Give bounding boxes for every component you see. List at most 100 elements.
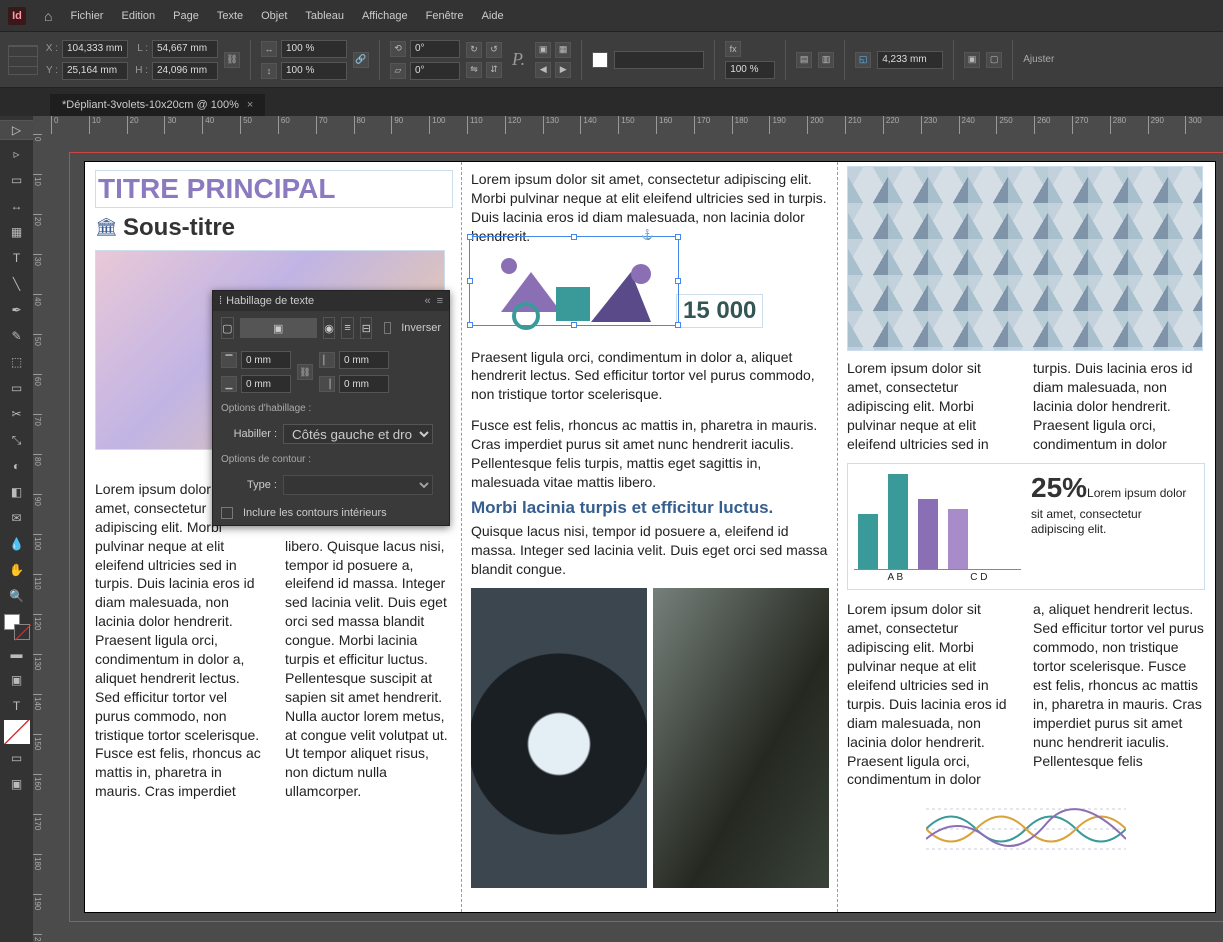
shear-field[interactable] (410, 62, 460, 80)
page-tool[interactable]: ▭ (4, 168, 30, 192)
canvas[interactable]: 0102030405060708090100110120130140150160… (33, 116, 1223, 942)
menu-edition[interactable]: Edition (121, 10, 155, 22)
rotate-icon: ⟲ (390, 41, 406, 57)
ruler-horizontal[interactable]: 0102030405060708090100110120130140150160… (51, 116, 1223, 134)
zoom-tool[interactable]: 🔍 (4, 584, 30, 608)
menu-affichage[interactable]: Affichage (362, 10, 408, 22)
y-field[interactable] (62, 62, 128, 80)
selection-box[interactable] (469, 236, 679, 326)
document-tab[interactable]: *Dépliant-3volets-10x20cm @ 100% × (50, 94, 265, 116)
close-tab-icon[interactable]: × (247, 99, 253, 111)
photo-frame-2[interactable] (653, 588, 829, 888)
include-inside-checkbox[interactable] (221, 507, 233, 519)
fx-icon[interactable]: fx (725, 41, 741, 57)
home-icon[interactable]: ⌂ (44, 8, 52, 24)
wrap-shape-button[interactable]: ◉ (323, 317, 336, 339)
offset-top-field[interactable] (241, 351, 291, 369)
contour-type-select[interactable] (283, 475, 433, 495)
panel-collapse-icon[interactable]: « (424, 295, 430, 307)
menu-tableau[interactable]: Tableau (305, 10, 344, 22)
width-field[interactable] (152, 40, 218, 58)
type-tool[interactable]: T (4, 246, 30, 270)
gradient-feather-tool[interactable]: ◧ (4, 480, 30, 504)
rotate-field[interactable] (410, 40, 460, 58)
fill-swatch[interactable] (592, 52, 608, 68)
select-content-icon[interactable]: ▦ (555, 42, 571, 58)
frame-fit2-icon[interactable]: ▢ (986, 52, 1002, 68)
apply-color-icon[interactable]: ▬ (4, 642, 30, 666)
select-prev-icon[interactable]: ◀ (535, 62, 551, 78)
wrap-bounding-button[interactable]: ▣ (240, 318, 317, 338)
constrain-icon[interactable]: ⛓ (224, 52, 240, 68)
offset-right-field[interactable] (339, 375, 389, 393)
opacity-field[interactable] (725, 61, 775, 79)
pencil-tool[interactable]: ✎ (4, 324, 30, 348)
ruler-vertical[interactable]: 0102030405060708090100110120130140150160… (33, 134, 51, 942)
anchor-icon[interactable]: ⚓ (641, 230, 653, 242)
invert-checkbox[interactable] (384, 322, 391, 334)
frame-fit1-icon[interactable]: ▣ (964, 52, 980, 68)
scale-w-field[interactable] (281, 40, 347, 58)
ruler-origin[interactable] (33, 116, 51, 134)
offset-left-icon: ▏ (319, 352, 335, 368)
apply-none-icon[interactable] (4, 720, 30, 744)
line-tool[interactable]: ╲ (4, 272, 30, 296)
hand-tool[interactable]: ✋ (4, 558, 30, 582)
link-icon[interactable]: 🔗 (353, 52, 369, 68)
link-offsets-icon[interactable]: ⛓ (297, 364, 313, 380)
gradient-swatch-tool[interactable]: ◐ (4, 454, 30, 478)
text-wrap-icon[interactable]: ▤ (796, 52, 812, 68)
color-swatches[interactable] (4, 614, 30, 640)
corner-field[interactable] (877, 51, 943, 69)
triangle-pattern-frame[interactable] (847, 166, 1203, 351)
corner-icon[interactable]: ◱ (855, 52, 871, 68)
menu-texte[interactable]: Texte (217, 10, 243, 22)
text-wrap2-icon[interactable]: ▥ (818, 52, 834, 68)
bar-label-ab: A B (888, 572, 904, 583)
tools-panel: ▷ ▹ ▭ ↔ ▦ T ╲ ✒ ✎ ⬚ ▭ ✂ ⤡ ◐ ◧ ✉ 💧 ✋ 🔍 ▬ … (0, 116, 33, 942)
rectangle-tool[interactable]: ▭ (4, 376, 30, 400)
offset-left-field[interactable] (339, 351, 389, 369)
wrap-jump-next-button[interactable]: ⊟ (360, 317, 373, 339)
select-container-icon[interactable]: ▣ (535, 42, 551, 58)
scale-h-field[interactable] (281, 62, 347, 80)
p2-para3: Quisque lacus nisi, tempor id posuere a,… (471, 522, 829, 579)
pen-tool[interactable]: ✒ (4, 298, 30, 322)
screen-mode-icon[interactable]: ▣ (4, 772, 30, 796)
photo-frame-1[interactable] (471, 588, 647, 888)
offset-bottom-field[interactable] (241, 375, 291, 393)
menu-page[interactable]: Page (173, 10, 199, 22)
panel-drag-icon[interactable]: ⁞ (219, 295, 222, 307)
wrap-to-select[interactable]: Côtés gauche et droit (283, 424, 433, 444)
flip-v-icon[interactable]: ⇵ (486, 62, 502, 78)
height-field[interactable] (152, 62, 218, 80)
menu-fenetre[interactable]: Fenêtre (426, 10, 464, 22)
rotate-cw-icon[interactable]: ↻ (466, 42, 482, 58)
panel-menu-icon[interactable]: ≡ (437, 295, 443, 307)
rotate-ccw-icon[interactable]: ↺ (486, 42, 502, 58)
text-wrap-panel[interactable]: ⁞Habillage de texte «≡ ▢ ▣ ◉ ≡ ⊟ Inverse… (212, 290, 450, 526)
big-number: 15 000 (683, 297, 756, 324)
wrap-none-button[interactable]: ▢ (221, 317, 234, 339)
direct-selection-tool[interactable]: ▹ (4, 142, 30, 166)
scissors-tool[interactable]: ✂ (4, 402, 30, 426)
select-next-icon[interactable]: ▶ (555, 62, 571, 78)
free-transform-tool[interactable]: ⤡ (4, 428, 30, 452)
fold-guide-1 (461, 162, 462, 912)
wrap-jump-button[interactable]: ≡ (341, 317, 354, 339)
menu-fichier[interactable]: Fichier (70, 10, 103, 22)
note-tool[interactable]: ✉ (4, 506, 30, 530)
view-mode-icon[interactable]: ▭ (4, 746, 30, 770)
reference-point-icon[interactable] (8, 45, 38, 75)
formatting-text-icon[interactable]: T (4, 694, 30, 718)
fill-field[interactable] (614, 51, 704, 69)
gap-tool[interactable]: ↔ (4, 194, 30, 218)
menu-objet[interactable]: Objet (261, 10, 287, 22)
eyedropper-tool[interactable]: 💧 (4, 532, 30, 556)
menu-aide[interactable]: Aide (482, 10, 504, 22)
x-field[interactable] (62, 40, 128, 58)
formatting-container-icon[interactable]: ▣ (4, 668, 30, 692)
flip-h-icon[interactable]: ⇋ (466, 62, 482, 78)
rectangle-frame-tool[interactable]: ⬚ (4, 350, 30, 374)
content-collector-tool[interactable]: ▦ (4, 220, 30, 244)
